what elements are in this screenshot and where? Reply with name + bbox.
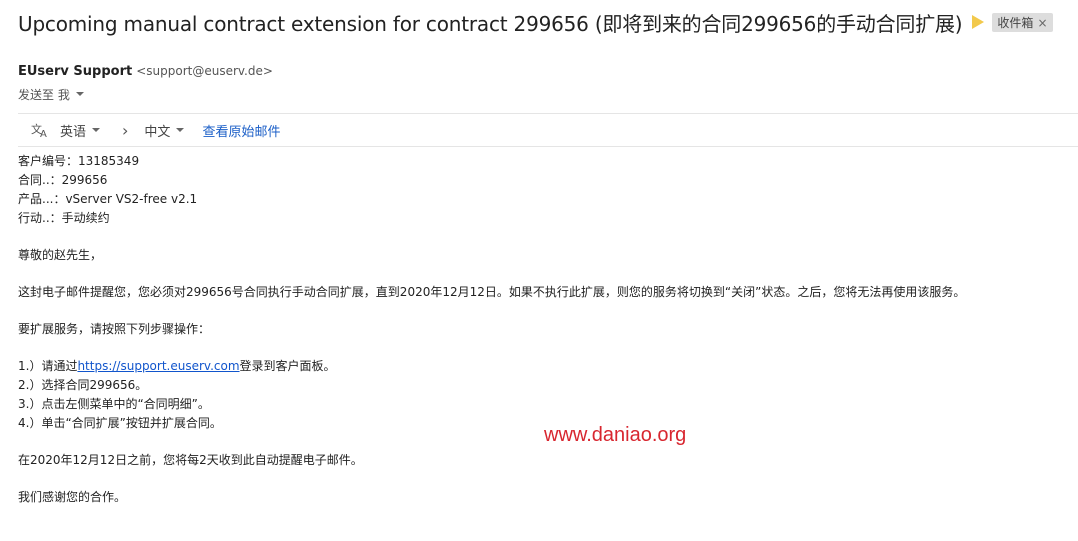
importance-marker-icon[interactable] [972,15,985,29]
chevron-right-icon: › [122,120,129,140]
inbox-label-text: 收件箱 [997,15,1034,30]
reminder-paragraph: 这封电子邮件提醒您，您必须对299656号合同执行手动合同扩展，直到2020年1… [18,285,966,299]
step-4: 4.）单击“合同扩展”按钮并扩展合同。 [18,416,222,430]
email-body: 客户编号：13185349 合同..：299656 产品...：vServer … [18,152,1068,507]
step-1-prefix: 1.）请通过 [18,359,78,373]
steps-intro: 要扩展服务，请按照下列步骤操作： [18,322,211,336]
chevron-down-icon [176,128,185,132]
target-language-select[interactable]: 中文 [144,121,185,140]
chevron-down-icon [75,92,84,96]
step-1-suffix: 登录到客户面板。 [239,359,336,373]
recipient-details-toggle[interactable]: 发送至 我 [18,85,84,103]
closing: 我们感谢您的合作。 [18,490,127,504]
source-language-label: 英语 [60,124,87,140]
sender-row: EUserv Support <support@euserv.de> [18,64,273,82]
sender-name: EUserv Support [18,64,133,79]
translate-icon: 文 A [30,120,50,140]
svg-text:A: A [40,129,47,138]
action-line: 行动..：手动续约 [18,211,110,225]
email-view: Upcoming manual contract extension for c… [0,0,1078,541]
remove-label-icon[interactable]: × [1037,16,1047,30]
inbox-label-chip[interactable]: 收件箱 × [992,12,1053,32]
target-language-label: 中文 [144,124,171,140]
translate-icon-graphic: 文 A [31,122,47,138]
translate-bar: 文 A 英语 › 中文 查看原始邮件 [18,113,1078,147]
source-language-select[interactable]: 英语 [60,121,101,140]
support-link[interactable]: https://support.euserv.com [77,359,239,373]
contract-line: 合同..：299656 [18,173,108,187]
step-3: 3.）点击左侧菜单中的“合同明细”。 [18,397,210,411]
recipient-text: 发送至 我 [18,87,70,102]
step-1: 1.）请通过https://support.euserv.com登录到客户面板。 [18,357,1068,376]
customer-number-line: 客户编号：13185349 [18,154,140,168]
greeting: 尊敬的赵先生， [18,248,103,262]
product-line: 产品...：vServer VS2-free v2.1 [18,192,198,206]
watermark: www.daniao.org [544,424,687,446]
step-2: 2.）选择合同299656。 [18,378,148,392]
sender-email: <support@euserv.de> [136,64,273,78]
view-original-link[interactable]: 查看原始邮件 [202,121,280,140]
email-subject: Upcoming manual contract extension for c… [18,11,963,36]
subject-row: Upcoming manual contract extension for c… [18,6,1078,38]
reminder-frequency: 在2020年12月12日之前，您将每2天收到此自动提醒电子邮件。 [18,453,363,467]
chevron-down-icon [92,128,101,132]
